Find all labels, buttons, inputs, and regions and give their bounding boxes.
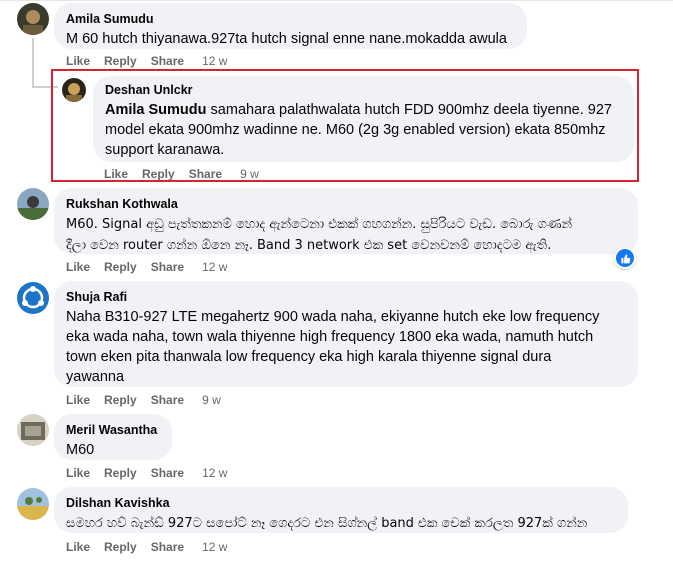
comment-author[interactable]: Deshan Unlckr [105,82,622,98]
comment-text-line: town eken pita thanwala low frequency ek… [66,349,552,365]
avatar[interactable] [17,414,49,446]
comment-text: Amila Sumudu samahara palathwalata hutch… [105,100,622,160]
reply-button[interactable]: Reply [104,54,137,68]
timestamp[interactable]: 12 w [202,540,227,554]
comment-bubble: Shuja Rafi Naha B310-927 LTE megahertz 9… [54,281,638,387]
comment-bubble: Rukshan Kothwala M60. Signal අඩු පැත්තකන… [54,188,638,254]
like-button[interactable]: Like [66,466,90,480]
comment-text-line: සමහර හව් බැන්ඩ් 927ට සපෝට් නෑ ගෙදරට එන ස… [66,516,588,531]
share-button[interactable]: Share [151,54,184,68]
reply-button[interactable]: Reply [104,393,137,407]
mention-link[interactable]: Amila Sumudu [105,102,207,118]
reply-button[interactable]: Reply [104,466,137,480]
comment-author[interactable]: Meril Wasantha [66,422,160,438]
comment-text: Naha B310-927 LTE megahertz 900 wada nah… [66,307,626,387]
reply-bubble: Deshan Unlckr Amila Sumudu samahara pala… [93,76,634,162]
comment-actions: Like Reply Share 12 w [66,260,241,274]
comment-actions: Like Reply Share 9 w [104,167,273,181]
avatar[interactable] [17,488,49,520]
share-button[interactable]: Share [151,466,184,480]
timestamp[interactable]: 9 w [202,393,221,407]
avatar[interactable] [17,282,49,314]
comment-text-line: model ekata 900mhz wadinne ne. M60 (2g 3… [105,122,606,138]
timestamp[interactable]: 12 w [202,54,227,68]
like-button[interactable]: Like [104,167,128,181]
comment-text-line: samahara palathwalata hutch FDD 900mhz d… [210,102,612,118]
timestamp[interactable]: 9 w [240,167,259,181]
thumbs-up-icon [620,253,630,263]
comment-text-line: දීලා වෙන router ගන්න ඕනෙ නෑ. Band 3 netw… [66,238,552,253]
like-button[interactable]: Like [66,54,90,68]
timestamp[interactable]: 12 w [202,466,227,480]
comment-bubble: Meril Wasantha M60 [54,414,172,460]
comment-text: සමහර හව් බැන්ඩ් 927ට සපෝට් නෑ ගෙදරට එන ස… [66,513,616,534]
avatar[interactable] [62,78,86,102]
share-button[interactable]: Share [151,260,184,274]
comment-author[interactable]: Dilshan Kavishka [66,495,616,511]
avatar[interactable] [17,3,49,35]
comment-text-line: Naha B310-927 LTE megahertz 900 wada nah… [66,309,600,325]
timestamp[interactable]: 12 w [202,260,227,274]
comment-bubble: Dilshan Kavishka සමහර හව් බැන්ඩ් 927ට සප… [54,487,628,533]
comment-text-line: eka wada naha, town wala thiyenne high f… [66,329,594,345]
like-reaction-badge[interactable] [614,247,636,269]
comment-text-line: yawanna [66,369,125,385]
comment-author[interactable]: Amila Sumudu [66,11,515,27]
comment-author[interactable]: Rukshan Kothwala [66,196,626,212]
comment-actions: Like Reply Share 12 w [66,54,241,68]
comment-text: M60 [66,442,95,458]
reply-button[interactable]: Reply [104,260,137,274]
comment-author[interactable]: Shuja Rafi [66,289,626,305]
comment-actions: Like Reply Share 12 w [66,466,241,480]
comment-bubble: Amila Sumudu M 60 hutch thiyanawa.927ta … [54,3,527,49]
comment-text-line: support karanawa. [105,142,225,158]
comment-actions: Like Reply Share 12 w [66,540,241,554]
comment-text: M 60 hutch thiyanawa.927ta hutch signal … [66,31,507,47]
share-button[interactable]: Share [151,393,184,407]
avatar[interactable] [17,188,49,220]
share-button[interactable]: Share [151,540,184,554]
comment-actions: Like Reply Share 9 w [66,393,235,407]
reply-button[interactable]: Reply [104,540,137,554]
top-divider [0,0,673,1]
like-button[interactable]: Like [66,393,90,407]
reply-button[interactable]: Reply [142,167,175,181]
comment-text: M60. Signal අඩු පැත්තකනම් හොද ඇන්ටෙනා එක… [66,214,626,256]
thread-connector [32,38,34,88]
share-button[interactable]: Share [189,167,222,181]
like-button[interactable]: Like [66,260,90,274]
comment-text-line: M60. Signal අඩු පැත්තකනම් හොද ඇන්ටෙනා එක… [66,217,573,232]
like-button[interactable]: Like [66,540,90,554]
